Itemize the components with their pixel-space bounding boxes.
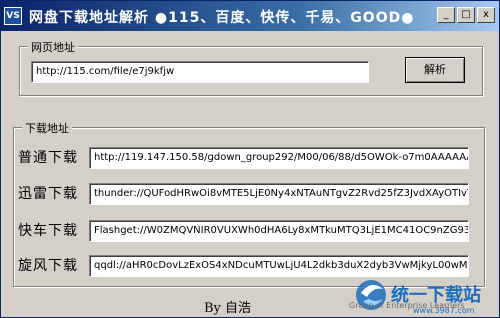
flashget-download-field[interactable]: Flashget://W0ZMQVNIR0VUXWh0dHA6Ly8xMTkuM… xyxy=(89,220,469,242)
app-icon[interactable]: VS xyxy=(4,7,22,25)
author-label: By 自浩 xyxy=(204,301,252,316)
webpage-url-group-legend: 网页地址 xyxy=(28,39,78,55)
webpage-url-input[interactable]: http://115.com/file/e7j9kfjw xyxy=(31,61,369,83)
parse-button[interactable]: 解析 xyxy=(405,57,465,83)
thunder-download-label: 迅雷下载 xyxy=(18,186,78,202)
normal-download-label: 普通下载 xyxy=(18,150,78,166)
app-window: VS 网盘下载地址解析 ●115、百度、快传、千易、GOOD● _ □ x 网页… xyxy=(0,0,500,318)
maximize-button[interactable]: □ xyxy=(457,7,475,23)
qqdl-download-label: 旋风下载 xyxy=(18,258,78,274)
minimize-button[interactable]: _ xyxy=(437,7,455,23)
close-button[interactable]: x xyxy=(477,7,495,23)
normal-download-field[interactable]: http://119.147.150.58/gdown_group292/M00… xyxy=(89,147,469,169)
watermark-logo: 统一下载站 www.3987.com xyxy=(356,280,481,315)
thunder-download-field[interactable]: thunder://QUFodHRwOi8vMTE5LjE0Ny4xNTAuNT… xyxy=(89,183,469,205)
flashget-download-label: 快车下载 xyxy=(18,223,78,239)
download-url-group-legend: 下载地址 xyxy=(22,120,72,136)
window-title: 网盘下载地址解析 ●115、百度、快传、千易、GOOD● xyxy=(29,10,415,26)
watermark-caption: Group of Enterprise Learners xyxy=(349,301,465,310)
title-bar[interactable]: VS 网盘下载地址解析 ●115、百度、快传、千易、GOOD● _ □ x xyxy=(1,1,499,31)
window-controls: _ □ x xyxy=(437,7,495,23)
